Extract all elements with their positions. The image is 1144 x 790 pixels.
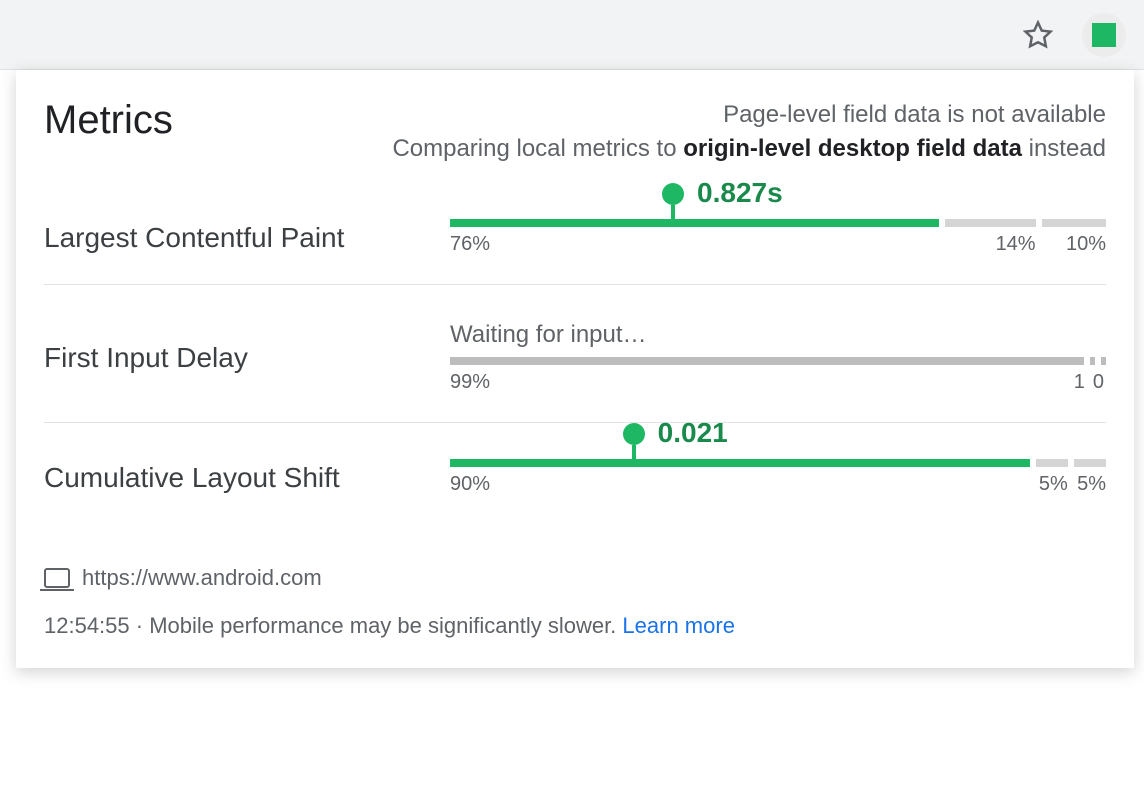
fid-ni-segment	[1090, 357, 1095, 365]
lcp-good-label: 76%	[450, 233, 939, 256]
fid-good-segment	[450, 357, 1084, 365]
metric-row-fid: First Input Delay Waiting for input… 99%…	[44, 285, 1106, 423]
cls-good-label: 90%	[450, 473, 1030, 496]
popup-title: Metrics	[44, 98, 173, 143]
cls-poor-label: 5%	[1074, 473, 1106, 496]
metric-body-cls: 0.021 90% 5% 5%	[450, 459, 1106, 496]
footer-note-line: 12:54:55 · Mobile performance may be sig…	[44, 604, 1106, 648]
cls-distribution-bar	[450, 459, 1106, 467]
lcp-value: 0.827s	[697, 177, 783, 209]
fid-poor-label: 0	[1093, 371, 1106, 394]
fid-labels: 99% 1 0	[450, 371, 1106, 394]
metric-name: Cumulative Layout Shift	[44, 462, 450, 494]
lcp-distribution-bar	[450, 219, 1106, 227]
cls-good-segment	[450, 459, 1030, 467]
cls-poor-segment	[1074, 459, 1106, 467]
bookmark-star-button[interactable]	[1016, 13, 1060, 57]
cls-value: 0.021	[658, 417, 728, 449]
popup-footer: https://www.android.com 12:54:55 · Mobil…	[44, 556, 1106, 648]
fid-ni-label: 1	[1074, 371, 1087, 394]
tested-url: https://www.android.com	[82, 556, 322, 600]
separator: ·	[130, 613, 150, 638]
lcp-ni-label: 14%	[945, 233, 1035, 256]
metrics-list: Largest Contentful Paint 0.827s 76% 14% …	[44, 219, 1106, 508]
fid-poor-segment	[1101, 357, 1106, 365]
popup-header: Metrics Page-level field data is not ava…	[44, 98, 1106, 165]
web-vitals-popup: Metrics Page-level field data is not ava…	[16, 70, 1134, 668]
subtitle-line2-suffix: instead	[1022, 135, 1106, 162]
lcp-poor-segment	[1042, 219, 1106, 227]
cls-labels: 90% 5% 5%	[450, 473, 1106, 496]
lcp-labels: 76% 14% 10%	[450, 233, 1106, 256]
learn-more-link[interactable]: Learn more	[622, 613, 735, 638]
extension-button[interactable]	[1082, 13, 1126, 57]
metric-row-lcp: Largest Contentful Paint 0.827s 76% 14% …	[44, 219, 1106, 285]
device-line: https://www.android.com	[44, 556, 1106, 600]
lcp-good-segment	[450, 219, 939, 227]
marker-dot-icon	[623, 423, 645, 445]
laptop-icon	[44, 568, 70, 588]
marker-stem	[632, 445, 636, 465]
marker-dot-icon	[662, 183, 684, 205]
footer-note: Mobile performance may be significantly …	[149, 613, 622, 638]
timestamp: 12:54:55	[44, 613, 130, 638]
lcp-ni-segment	[945, 219, 1035, 227]
cls-marker	[623, 423, 645, 465]
web-vitals-extension-icon	[1092, 23, 1116, 47]
marker-stem	[671, 205, 675, 225]
browser-toolbar	[0, 0, 1144, 70]
subtitle-line1: Page-level field data is not available	[723, 101, 1106, 128]
metric-body-lcp: 0.827s 76% 14% 10%	[450, 219, 1106, 256]
metric-row-cls: Cumulative Layout Shift 0.021 90% 5% 5%	[44, 423, 1106, 508]
fid-good-label: 99%	[450, 371, 1068, 394]
popup-subtitle: Page-level field data is not available C…	[392, 98, 1106, 165]
metric-body-fid: Waiting for input… 99% 1 0	[450, 321, 1106, 394]
cls-ni-label: 5%	[1036, 473, 1068, 496]
metric-name: Largest Contentful Paint	[44, 222, 450, 254]
fid-waiting-text: Waiting for input…	[450, 321, 1106, 349]
metric-name: First Input Delay	[44, 342, 450, 374]
lcp-marker	[662, 183, 684, 225]
subtitle-line2-prefix: Comparing local metrics to	[392, 135, 683, 162]
fid-distribution-bar	[450, 357, 1106, 365]
lcp-poor-label: 10%	[1042, 233, 1106, 256]
cls-ni-segment	[1036, 459, 1068, 467]
star-outline-icon	[1023, 20, 1053, 50]
subtitle-line2-bold: origin-level desktop field data	[683, 135, 1022, 162]
